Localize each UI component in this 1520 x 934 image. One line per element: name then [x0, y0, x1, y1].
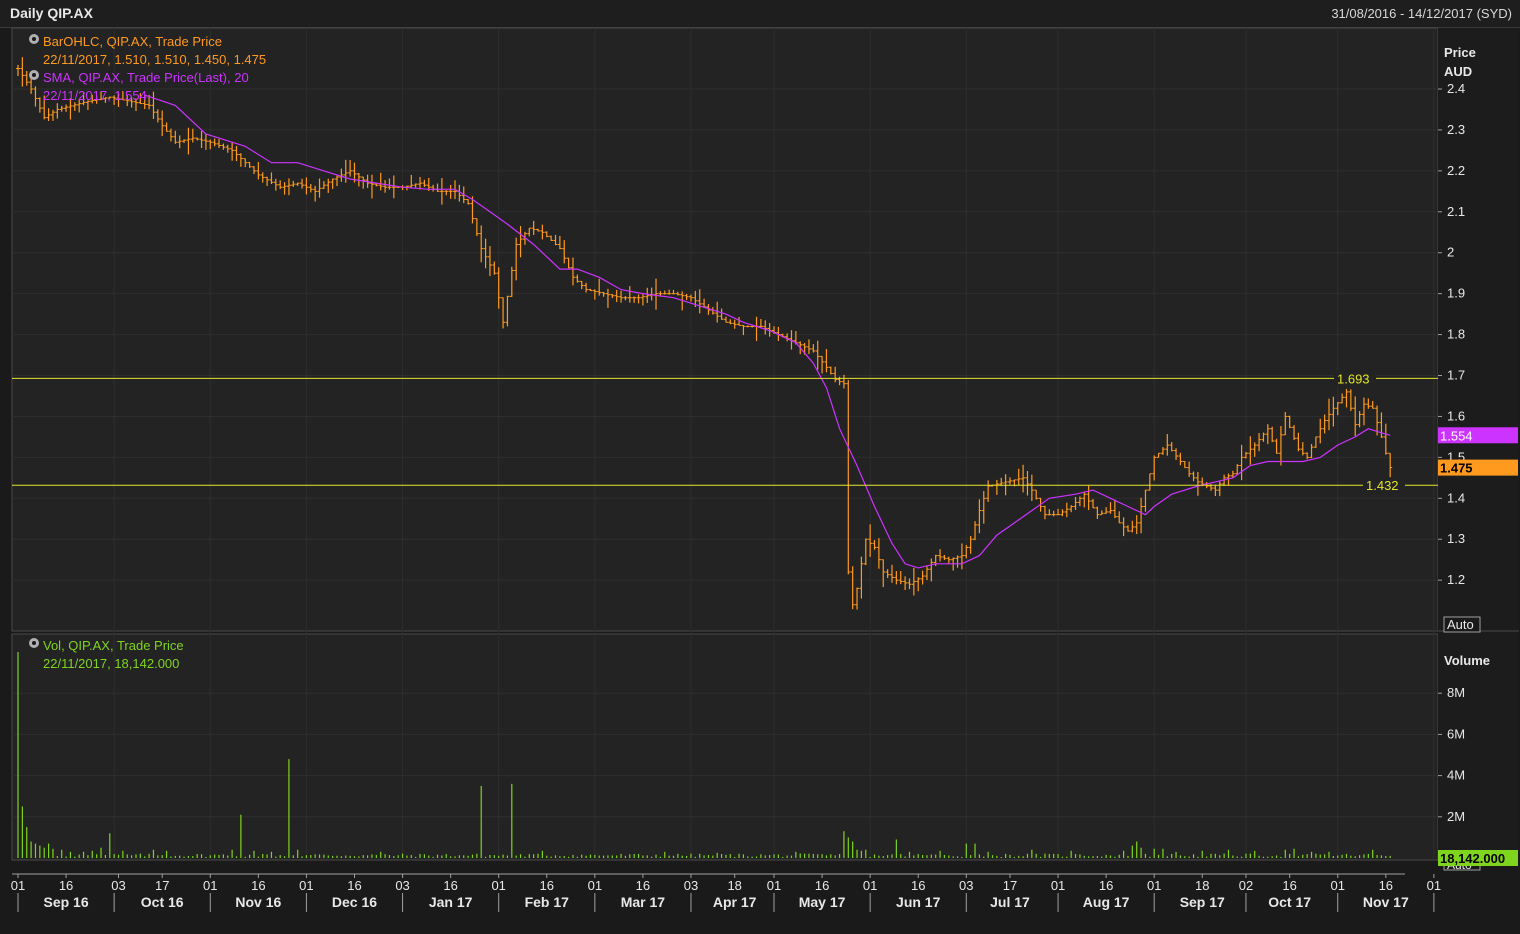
x-day-label: 16 [1099, 878, 1113, 893]
x-day-label: 16 [1282, 878, 1296, 893]
x-day-label: 01 [588, 878, 602, 893]
x-month-label: Sep 16 [43, 894, 88, 910]
price-tick-label: 1.9 [1447, 286, 1465, 301]
volume-last-tag: 18,142.000 [1440, 851, 1505, 866]
x-month-label: Nov 17 [1363, 894, 1409, 910]
volume-axis-title: Volume [1444, 653, 1490, 668]
x-day-label: 01 [299, 878, 313, 893]
sma-last-tag: 1.554 [1440, 428, 1473, 443]
x-day-label: 01 [1147, 878, 1161, 893]
price-auto-button-label[interactable]: Auto [1447, 617, 1474, 632]
price-tick-label: 1.2 [1447, 572, 1465, 587]
x-day-label: 01 [863, 878, 877, 893]
x-day-label: 17 [155, 878, 169, 893]
x-day-label: 03 [959, 878, 973, 893]
x-day-label: 17 [1003, 878, 1017, 893]
price-panel [11, 27, 1439, 632]
price-tick-label: 1.4 [1447, 490, 1465, 505]
price-tick-label: 2.3 [1447, 122, 1465, 137]
x-month-label: Jul 17 [990, 894, 1030, 910]
x-day-label: 16 [251, 878, 265, 893]
price-tick-label: 1.7 [1447, 368, 1465, 383]
x-day-label: 01 [1331, 878, 1345, 893]
price-tick-label: 2.1 [1447, 204, 1465, 219]
x-month-label: Dec 16 [332, 894, 377, 910]
x-month-label: Aug 17 [1083, 894, 1130, 910]
volume-legend-values: 22/11/2017, 18,142.000 [43, 656, 179, 671]
x-day-label: 18 [727, 878, 741, 893]
price-tick-label: 1.8 [1447, 327, 1465, 342]
sma-legend-icon-dot [32, 73, 36, 77]
price-volume-chart: 1.693 1.432 Price AUD 2.4 2.3 2.2 2.1 2 1.9 1.8… [11, 27, 1519, 912]
volume-panel [11, 633, 1439, 861]
volume-tick-label: 4M [1447, 768, 1465, 783]
ohlc-legend-icon-dot [32, 37, 36, 41]
volume-tick-label: 2M [1447, 809, 1465, 824]
x-day-label: 02 [1239, 878, 1253, 893]
price-last-tag: 1.475 [1440, 461, 1473, 476]
price-tick-label: 2 [1447, 245, 1454, 260]
price-tick-label: 2.2 [1447, 163, 1465, 178]
x-day-label: 01 [1051, 878, 1065, 893]
volume-tick-label: 8M [1447, 685, 1465, 700]
volume-legend-icon-dot [32, 641, 36, 645]
x-day-label: 16 [815, 878, 829, 893]
price-tick-label: 1.3 [1447, 531, 1465, 546]
x-month-label: Sep 17 [1180, 894, 1225, 910]
ohlc-legend-values: 22/11/2017, 1.510, 1.510, 1.450, 1.475 [43, 52, 266, 67]
x-day-label: 16 [1379, 878, 1393, 893]
x-month-label: Oct 16 [141, 894, 184, 910]
x-day-label: 01 [491, 878, 505, 893]
x-day-label: 16 [347, 878, 361, 893]
x-axis: 01 16 03 17 01 16 01 16 03 16 01 16 01 16 03 18 01 16 01 16… [11, 873, 1441, 912]
x-day-label: 16 [636, 878, 650, 893]
x-month-label: Feb 17 [525, 894, 570, 910]
price-tick-label: 1.6 [1447, 408, 1465, 423]
x-day-label: 16 [911, 878, 925, 893]
price-axis-unit: AUD [1444, 64, 1472, 79]
price-tick-label: 2.4 [1447, 81, 1465, 96]
sma-legend-name: SMA, QIP.AX, Trade Price(Last), 20 [43, 70, 249, 85]
x-month-label: May 17 [799, 894, 846, 910]
price-axis-title: Price [1444, 45, 1476, 60]
x-month-label: Mar 17 [621, 894, 666, 910]
x-day-label: 01 [11, 878, 25, 893]
x-month-label: Jan 17 [429, 894, 473, 910]
volume-legend-name: Vol, QIP.AX, Trade Price [43, 638, 184, 653]
ohlc-legend-name: BarOHLC, QIP.AX, Trade Price [43, 34, 222, 49]
x-day-label: 03 [111, 878, 125, 893]
x-month-label: Oct 17 [1268, 894, 1311, 910]
x-day-label: 03 [684, 878, 698, 893]
x-day-label: 01 [1427, 878, 1441, 893]
x-day-label: 01 [767, 878, 781, 893]
x-month-label: Nov 16 [235, 894, 281, 910]
sma-legend-values: 22/11/2017, 1.554 [43, 88, 147, 103]
x-day-label: 03 [395, 878, 409, 893]
x-day-label: 16 [59, 878, 73, 893]
x-day-label: 16 [443, 878, 457, 893]
volume-tick-label: 6M [1447, 726, 1465, 741]
x-month-label: Apr 17 [713, 894, 757, 910]
x-day-label: 16 [540, 878, 554, 893]
x-day-label: 01 [203, 878, 217, 893]
hline-label: 1.432 [1366, 478, 1399, 493]
hline-label: 1.693 [1337, 371, 1370, 386]
x-day-label: 18 [1195, 878, 1209, 893]
x-month-label: Jun 17 [896, 894, 941, 910]
